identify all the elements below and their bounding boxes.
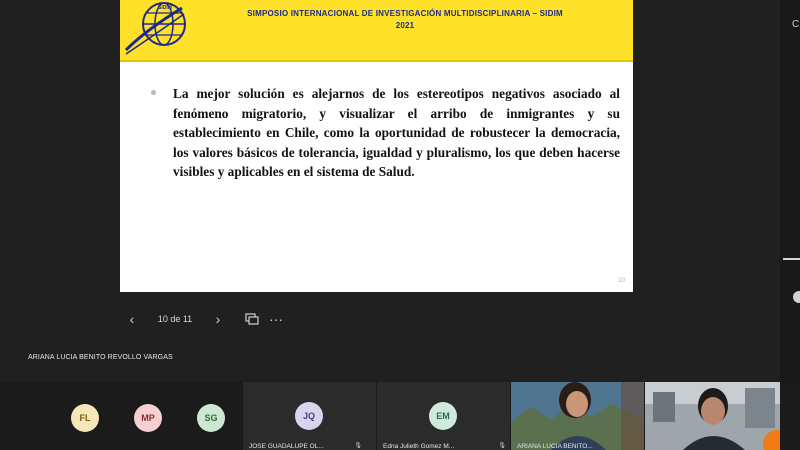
right-panel-divider — [783, 258, 800, 260]
participant-avatar[interactable]: MP — [134, 404, 162, 432]
participant-gallery: JOSE GUADALUPE OL... 🎙 Edna Julieth Gome… — [0, 382, 800, 450]
participant-video-frame — [645, 382, 780, 450]
participant-avatar[interactable]: EM — [429, 402, 457, 430]
svg-text:SIDIM: SIDIM — [158, 5, 172, 11]
participant-avatar[interactable]: JQ — [295, 402, 323, 430]
presenter-name-label: ARIANA LUCIA BENITO REVOLLO VARGAS — [28, 354, 173, 361]
right-panel-letter: C — [792, 19, 800, 30]
participant-avatar[interactable]: SG — [197, 404, 225, 432]
slide-banner-title: SIMPOSIO INTERNACIONAL DE INVESTIGACIÓN … — [190, 8, 620, 32]
more-options-button[interactable]: ··· — [264, 309, 288, 329]
sidim-globe-logo: SIDIM — [124, 2, 186, 55]
bullet-point — [151, 90, 156, 95]
slide-number: 10 — [618, 278, 625, 284]
participant-name: ARIANA LUCIA BENITO... — [517, 443, 593, 450]
participant-name: JOSE GUADALUPE OL... — [249, 443, 324, 450]
slide-thumbnails-button[interactable] — [240, 309, 264, 329]
right-panel-avatar[interactable] — [793, 291, 800, 303]
participant-video-tile[interactable]: ARIANA LUCIA BENITO... — [511, 382, 644, 450]
participant-video-frame — [511, 382, 644, 450]
slide-pager: ‹ 10 de 11 › ··· — [120, 309, 288, 329]
presentation-slide: SIDIM SIMPOSIO INTERNACIONAL DE INVESTIG… — [120, 0, 633, 292]
participant-avatar[interactable]: FL — [71, 404, 99, 432]
slide-banner: SIDIM SIMPOSIO INTERNACIONAL DE INVESTIG… — [120, 0, 633, 62]
thumbnails-icon — [245, 313, 259, 325]
slide-counter: 10 de 11 — [157, 314, 193, 324]
shared-content-stage: SIDIM SIMPOSIO INTERNACIONAL DE INVESTIG… — [0, 0, 780, 380]
mic-off-icon: 🎙 — [354, 443, 362, 449]
banner-year-line: 2021 — [395, 21, 415, 30]
participant-video-tile[interactable] — [645, 382, 780, 450]
slide-body-text: La mejor solución es alejarnos de los es… — [173, 86, 620, 179]
next-slide-button[interactable]: › — [206, 309, 230, 329]
participant-name: Edna Julieth Gomez M... — [383, 443, 455, 450]
mic-off-icon: 🎙 — [498, 443, 506, 449]
banner-title-line: SIMPOSIO INTERNACIONAL DE INVESTIGACIÓN … — [247, 9, 563, 18]
previous-slide-button[interactable]: ‹ — [120, 309, 144, 329]
